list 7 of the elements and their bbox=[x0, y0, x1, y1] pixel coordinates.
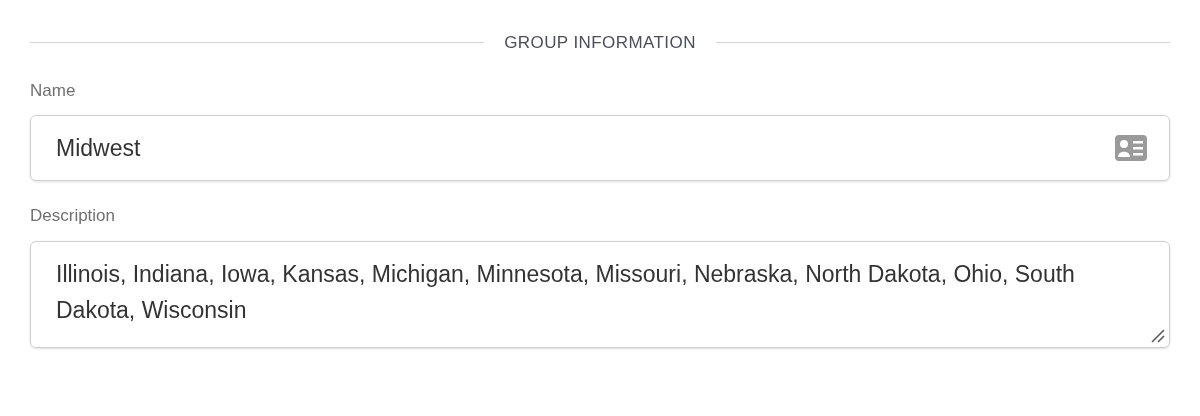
contact-card-icon bbox=[1115, 135, 1147, 161]
field-label: Description bbox=[30, 205, 117, 227]
section-title: GROUP INFORMATION bbox=[504, 32, 696, 54]
name-field[interactable]: Midwest bbox=[30, 115, 1170, 181]
field-label: Name bbox=[30, 79, 77, 102]
description-field[interactable]: Illinois, Indiana, Iowa, Kansas, Michigan, Minnesota, Missouri, Nebraska, North Dakota, Ohio, South Dakota, Wisconsin bbox=[30, 240, 1170, 348]
resize-handle-icon[interactable] bbox=[1151, 328, 1165, 343]
